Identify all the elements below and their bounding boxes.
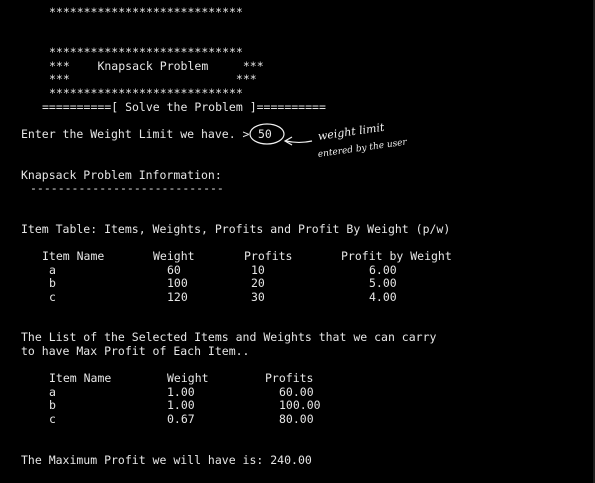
selected-heading-line-2: to have Max Profit of Each Item.. [21, 344, 250, 358]
column-header-weight: Weight [153, 249, 195, 263]
cell-item-name: b [49, 398, 56, 412]
column-header-profits: Profits [265, 371, 314, 385]
cell-item-name: c [49, 290, 56, 304]
cell-profit-by-weight: 4.00 [369, 290, 397, 304]
cell-weight: 0.67 [167, 412, 195, 426]
info-underline: ---------------------------- [30, 181, 224, 195]
console-window[interactable]: **************************** ***********… [0, 0, 593, 483]
item-table-header: Item Name Weight Profits Profit by Weigh… [0, 250, 593, 263]
cell-profit-by-weight: 5.00 [369, 276, 397, 290]
cell-item-name: b [49, 276, 56, 290]
cell-weight: 1.00 [167, 398, 195, 412]
table-row: c 0.67 80.00 [0, 413, 593, 426]
table-row: b 1.00 100.00 [0, 399, 593, 412]
cell-profits: 100.00 [279, 398, 321, 412]
selected-heading-line-1: The List of the Selected Items and Weigh… [21, 330, 437, 344]
column-header-weight: Weight [167, 371, 209, 385]
column-header-item-name: Item Name [49, 371, 112, 385]
table-row: a 60 10 6.00 [0, 264, 593, 277]
column-header-item-name: Item Name [42, 249, 105, 263]
selected-table-header: Item Name Weight Profits [0, 372, 593, 385]
cell-weight: 120 [167, 290, 188, 304]
cell-profits: 20 [251, 276, 265, 290]
column-header-profits: Profits [244, 249, 293, 263]
cell-item-name: c [49, 412, 56, 426]
cell-profits: 30 [251, 290, 265, 304]
table-row: c 120 30 4.00 [0, 291, 593, 304]
cell-weight: 100 [167, 276, 188, 290]
column-header-profit-by-weight: Profit by Weight [341, 249, 452, 263]
table-row: b 100 20 5.00 [0, 277, 593, 290]
item-table-heading: Item Table: Items, Weights, Profits and … [21, 222, 451, 236]
max-profit-result: The Maximum Profit we will have is: 240.… [21, 453, 312, 467]
cell-profits: 80.00 [279, 412, 314, 426]
